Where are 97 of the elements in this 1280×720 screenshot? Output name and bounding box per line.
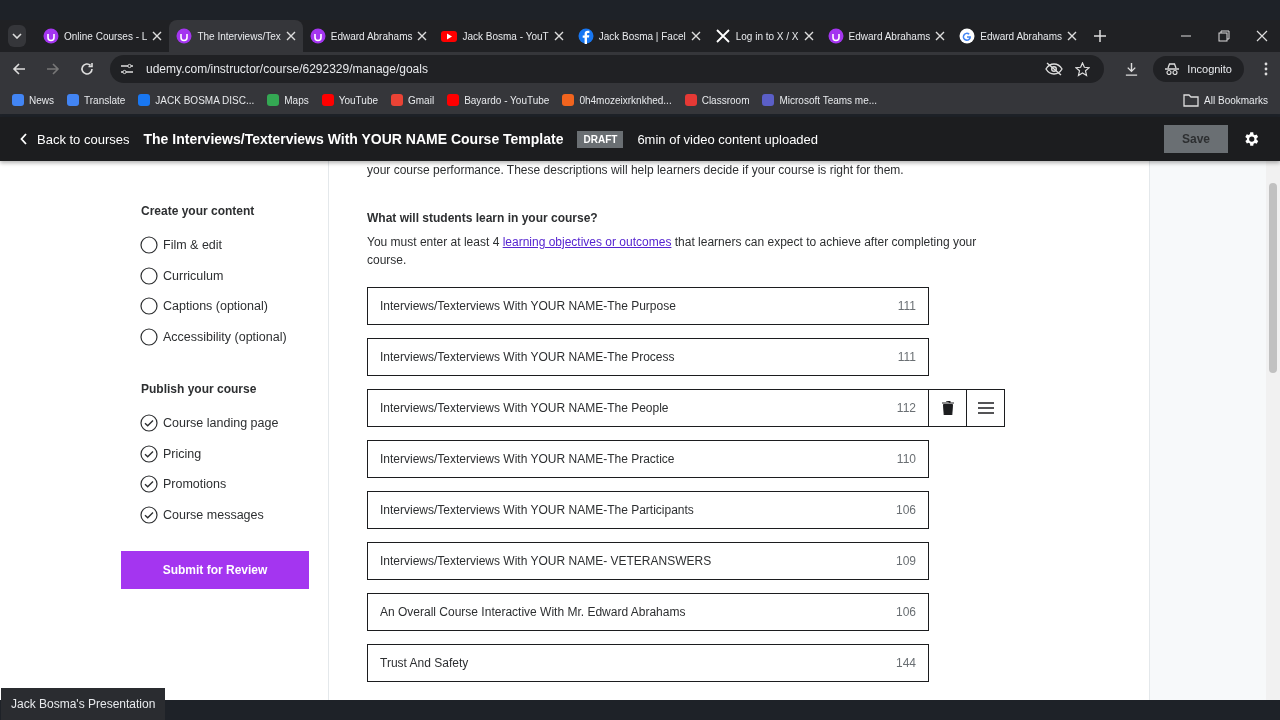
bookmark-item[interactable]: Microsoft Teams me... [762,94,878,106]
bookmark-item[interactable]: News [12,94,54,106]
delete-button[interactable] [929,389,967,427]
close-icon[interactable] [417,31,428,41]
tab-search-button[interactable] [8,25,26,47]
restore-icon[interactable] [1218,30,1230,42]
objectives-link[interactable]: learning objectives or outcomes [502,235,672,249]
bookmark-item[interactable]: Bayardo - YouTube [447,94,550,106]
sidebar-item[interactable]: Accessibility (optional) [140,321,328,352]
objective-field[interactable]: Interviews/Texterviews With YOUR NAME-The Practice 110 [367,440,929,478]
submit-for-review-button[interactable]: Submit for Review [121,551,309,589]
sidebar-item[interactable]: Promotions [140,469,328,500]
incognito-button[interactable]: Incognito [1153,56,1244,82]
bookmark-icon [138,94,151,106]
close-icon[interactable] [803,31,814,41]
bookmark-item[interactable]: JACK BOSMA DISC... [138,94,255,106]
back-icon[interactable] [12,62,26,76]
folder-icon [1183,93,1200,107]
sidebar-item[interactable]: Course messages [140,499,328,530]
bookmark-item[interactable]: Translate [67,94,126,106]
x-logo-icon [714,28,731,44]
favicon-icon [441,28,458,44]
reload-icon[interactable] [80,62,94,76]
chevron-down-icon [12,33,22,39]
bookmark-item[interactable]: YouTube [321,94,378,106]
sidebar-item[interactable]: Captions (optional) [140,291,328,322]
close-icon[interactable] [1066,31,1077,41]
bookmark-icon [762,94,775,106]
close-icon[interactable] [935,31,946,41]
objective-field[interactable]: Interviews/Texterviews With YOUR NAME-The People 112 [367,389,929,427]
favicon-icon [827,28,844,44]
chevron-left-icon [20,133,28,145]
all-bookmarks-button[interactable]: All Bookmarks [1183,93,1268,107]
browser-tab[interactable]: Edward Abrahams [952,20,1084,52]
drag-handle-button[interactable] [967,389,1005,427]
favicon-icon [577,28,594,44]
menu-icon[interactable] [1264,62,1268,76]
incognito-icon [1165,63,1180,75]
browser-tab[interactable]: Jack Bosma - YouT [434,20,571,52]
sidebar-item[interactable]: Course landing page [140,408,328,439]
close-icon[interactable] [152,31,163,41]
course-title: The Interviews/Texterviews With YOUR NAME Course Template [143,131,564,147]
question-heading: What will students learn in your course? [367,211,599,225]
bookmark-icon [321,94,334,106]
bookmark-item[interactable]: Gmail [391,94,435,106]
bookmark-icon [12,94,24,106]
back-to-courses-link[interactable]: Back to courses [20,131,130,147]
browser-tab[interactable]: Edward Abrahams [820,20,953,52]
section-heading: Publish your course [141,382,258,396]
presentation-label: Jack Bosma's Presentation [1,688,166,720]
close-icon[interactable] [1256,30,1268,42]
close-icon[interactable] [285,31,296,41]
browser-tab[interactable]: Log in to X / X [707,20,821,52]
g-logo-icon [959,28,976,44]
objective-field[interactable]: Interviews/Texterviews With YOUR NAME- VETERANSWERS 109 [367,542,929,580]
objective-field[interactable]: Interviews/Texterviews With YOUR NAME-The Purpose 111 [367,287,929,325]
address-bar[interactable]: udemy.com/instructor/course/6292329/manage/goals [110,55,1105,83]
sidebar-item[interactable]: Pricing [140,438,328,469]
eye-off-icon[interactable] [1045,62,1064,76]
menu-icon [977,402,994,414]
bookmark-item[interactable]: Classroom [684,94,750,106]
draft-badge: DRAFT [577,130,624,148]
favicon-icon [309,28,326,44]
scrollbar[interactable] [1266,161,1280,700]
site-settings-icon[interactable] [120,62,134,76]
objective-field[interactable]: Interviews/Texterviews With YOUR NAME-The Process 111 [367,338,929,376]
section-heading: Create your content [141,204,256,218]
browser-tab[interactable]: Online Courses - L [36,20,170,52]
scrollbar-thumb[interactable] [1269,183,1277,373]
browser-tab[interactable]: Jack Bosma | Facel [570,20,708,52]
browser-tab[interactable]: The Interviews/Tex [169,20,303,52]
bookmark-icon [67,94,79,106]
bookmark-icon [391,94,403,106]
close-icon[interactable] [553,31,564,41]
intro-text: your course performance. These descriptions will help learners decide if your course is right for them. [367,163,905,177]
bookmark-icon [447,94,460,106]
objective-field[interactable]: Interviews/Texterviews With YOUR NAME-The Participants 106 [367,491,929,529]
bookmark-item[interactable]: 0h4mozeixrknkhed... [562,94,672,106]
close-icon[interactable] [690,31,701,41]
bookmark-item[interactable]: Maps [267,94,309,106]
upload-status: 6min of video content uploaded [637,131,819,147]
objective-field[interactable]: An Overall Course Interactive With Mr. Edward Abrahams 106 [367,593,929,631]
bookmark-icon [684,94,697,106]
sidebar-item[interactable]: Curriculum [140,260,328,291]
forward-icon[interactable] [46,62,60,76]
trash-icon [941,401,954,415]
objective-field[interactable]: Trust And Safety 144 [367,644,929,682]
download-icon[interactable] [1124,61,1140,77]
browser-tab[interactable]: Edward Abrahams [302,20,435,52]
favicon-icon [176,28,193,44]
star-icon[interactable] [1075,61,1091,77]
bookmark-icon [562,94,575,106]
bookmark-icon [267,94,280,106]
hint-text: You must enter at least 4 learning objectives or outcomes that learners can expect to achieve after completing your course. [367,234,978,269]
new-tab-icon[interactable] [1093,30,1106,42]
sidebar-item[interactable]: Film & edit [140,230,328,261]
favicon-icon [43,28,59,44]
